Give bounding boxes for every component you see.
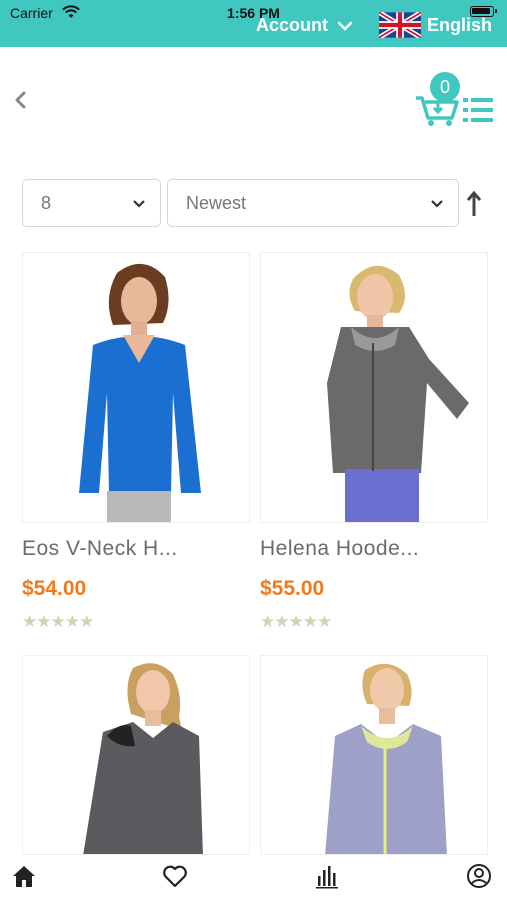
cart-count-badge: 0 [430,72,460,102]
sort-order-select[interactable]: Newest [167,179,459,227]
back-icon[interactable] [10,88,30,112]
product-image[interactable] [260,252,488,523]
chevron-down-icon [337,21,353,31]
top-bar: Carrier 1:56 PM Account English [0,0,507,47]
list-view-icon[interactable] [462,96,494,124]
bottom-navigation [0,855,507,900]
product-photo [327,265,469,522]
chevron-down-icon [431,200,443,208]
product-image[interactable] [22,655,250,855]
user-icon[interactable] [466,863,492,889]
product-name[interactable]: Helena Hoode... [260,537,419,561]
sort-order-value: Newest [186,192,247,213]
home-icon[interactable] [11,863,37,889]
account-label: Account [256,15,328,35]
items-per-page-select[interactable]: 8 [22,179,161,227]
sort-direction-icon[interactable] [465,190,483,218]
items-per-page-value: 8 [41,192,52,213]
uk-flag-icon [379,12,421,38]
rating-stars: ★★★★★ [260,612,332,631]
language-button[interactable]: English [379,12,492,38]
rating-stars: ★★★★★ [22,612,94,631]
product-name[interactable]: Eos V-Neck H... [22,537,178,561]
product-image[interactable] [260,655,488,855]
account-menu-button[interactable]: Account [256,15,354,36]
chevron-down-icon [133,200,145,208]
language-label: English [427,14,493,35]
product-price: $55.00 [260,577,325,600]
product-photo [83,663,203,854]
product-price: $54.00 [22,577,87,600]
heart-icon[interactable] [162,863,188,889]
product-photo [325,663,447,854]
product-photo [79,263,201,522]
product-image[interactable] [22,252,250,523]
chart-icon[interactable] [314,863,340,889]
